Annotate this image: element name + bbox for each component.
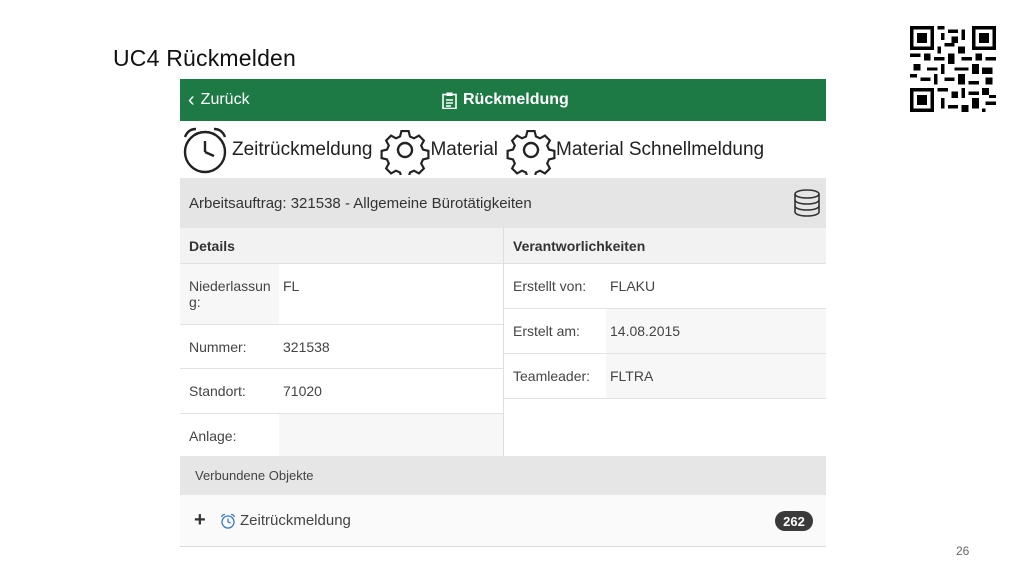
order-title: Arbeitsauftrag: 321538 - Allgemeine Büro…	[189, 194, 532, 212]
gear-icon	[380, 129, 430, 175]
database-icon[interactable]	[792, 188, 822, 218]
slide-title: UC4 Rückmelden	[113, 45, 297, 71]
page-title-text: Rückmeldung	[463, 91, 569, 108]
responsibility-row: Erstelt am: 14.08.2015	[504, 309, 826, 354]
order-header: Arbeitsauftrag: 321538 - Allgemeine Büro…	[180, 178, 826, 228]
detail-value: 71020	[283, 383, 322, 399]
tab-label: Material	[430, 138, 499, 160]
tab-label: Zeitrückmeldung	[232, 138, 373, 160]
back-button[interactable]: ‹ Zurück	[188, 79, 250, 121]
responsibility-value: FLTRA	[606, 354, 826, 398]
linked-object-row[interactable]: + Zeitrückmeldung 262	[180, 495, 826, 547]
page-title: Rückmeldung	[442, 79, 569, 121]
responsibilities-heading: Verantworlichkeiten	[504, 228, 826, 264]
responsibility-key: Erstellt von:	[504, 264, 606, 308]
tab-label: Material Schnellmeldung	[556, 138, 765, 160]
responsibility-key: Erstelt am:	[504, 309, 606, 353]
linked-object-label: Zeitrückmeldung	[240, 512, 351, 529]
tab-zeitrueckmeldung[interactable]: Zeitrückmeldung	[180, 121, 372, 178]
detail-key: Standort:	[180, 369, 279, 413]
detail-key: Niederlassun g:	[180, 264, 279, 324]
detail-value: 321538	[283, 339, 330, 355]
add-icon[interactable]: +	[194, 509, 214, 532]
detail-value: FL	[283, 278, 300, 294]
detail-row: Niederlassun g: FL	[180, 264, 503, 325]
responsibility-row: Teamleader: FLTRA	[504, 354, 826, 399]
gear-icon	[506, 129, 556, 175]
detail-row: Anlage:	[180, 414, 503, 458]
count-badge: 262	[775, 511, 813, 531]
detail-row: Nummer: 321538	[180, 325, 503, 369]
clipboard-icon	[442, 92, 457, 109]
top-bar: ‹ Zurück Rückmeldung	[180, 79, 826, 121]
alarm-clock-icon	[183, 127, 227, 173]
page-number: 26	[956, 544, 970, 558]
responsibility-value: FLAKU	[610, 278, 656, 294]
tab-material-schnellmeldung[interactable]: Material Schnellmeldung	[506, 121, 764, 178]
tab-bar: Zeitrückmeldung Material Material Schnel…	[180, 121, 826, 178]
responsibility-key: Teamleader:	[504, 354, 606, 398]
alarm-clock-icon	[220, 513, 236, 529]
detail-key: Anlage:	[180, 414, 279, 458]
responsibilities-panel: Verantworlichkeiten Erstellt von: FLAKU …	[504, 228, 826, 456]
tab-material[interactable]: Material	[380, 121, 498, 178]
details-heading: Details	[180, 228, 503, 264]
responsibility-value: 14.08.2015	[606, 309, 826, 353]
detail-key: Nummer:	[180, 325, 279, 368]
responsibility-row: Erstellt von: FLAKU	[504, 264, 826, 309]
details-panel: Details Niederlassun g: FL Nummer: 32153…	[180, 228, 504, 458]
linked-objects-heading: Verbundene Objekte	[180, 456, 826, 495]
chevron-left-icon: ‹	[188, 89, 195, 111]
app-window: ‹ Zurück Rückmeldung Zeitrückmeldung Mat…	[180, 79, 826, 568]
detail-value	[279, 414, 503, 458]
detail-row: Standort: 71020	[180, 369, 503, 414]
back-label: Zurück	[200, 91, 250, 108]
qr-code	[910, 26, 996, 112]
